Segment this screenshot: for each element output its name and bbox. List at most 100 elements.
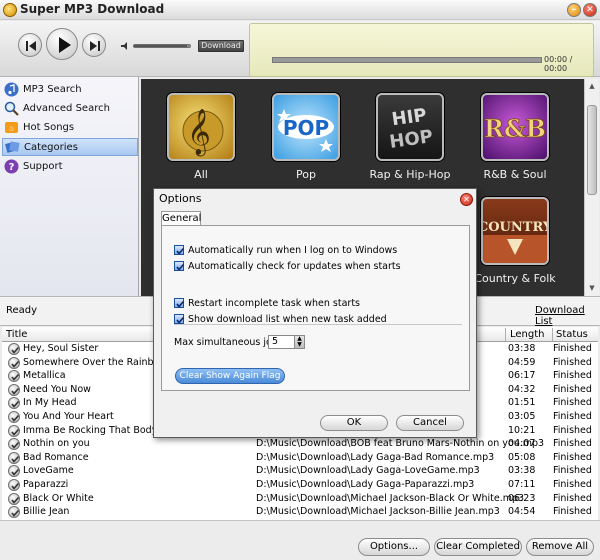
- row-length: 06:17: [508, 370, 536, 382]
- next-track-button[interactable]: [82, 33, 106, 57]
- row-length: 04:54: [508, 506, 536, 518]
- row-status: Finished: [553, 479, 592, 490]
- row-status: Finished: [553, 438, 592, 450]
- table-row[interactable]: Paparazzi D:\Music\Download\Lady Gaga-Pap…: [2, 478, 598, 492]
- row-status: Finished: [553, 343, 592, 354]
- row-title: Metallica: [23, 370, 66, 382]
- stepper-arrows-icon[interactable]: ▲ ▼: [294, 336, 304, 348]
- row-title: Need You Now: [23, 383, 91, 395]
- row-path: D:\Music\Download\Lady Gaga-Paparazzi.mp…: [256, 479, 475, 490]
- row-length: 06:23: [508, 492, 536, 504]
- row-title: Hey, Soul Sister: [23, 343, 99, 354]
- sidebar-item-advanced-search[interactable]: Advanced Search: [2, 100, 138, 118]
- music-note-icon: [4, 82, 19, 97]
- clear-completed-button[interactable]: Clear Completed: [434, 538, 522, 556]
- row-length: 03:38: [508, 343, 536, 354]
- row-title: Paparazzi: [23, 479, 69, 490]
- svg-text:COUNTRY: COUNTRY: [483, 220, 547, 235]
- treble-clef-globe-icon: 𝄞: [167, 93, 235, 161]
- svg-text:HOP: HOP: [388, 126, 434, 153]
- category-pop[interactable]: POP Pop: [261, 93, 351, 181]
- download-button[interactable]: Download: [198, 40, 244, 52]
- row-length: 04:07: [508, 438, 536, 450]
- svg-text:♨: ♨: [8, 125, 14, 133]
- download-list-link[interactable]: Download List: [535, 305, 600, 327]
- row-status: Finished: [553, 424, 592, 436]
- next-icon: [90, 41, 100, 51]
- sidebar-item-support[interactable]: ? Support: [2, 158, 138, 176]
- remove-all-button[interactable]: Remove All: [526, 538, 594, 556]
- row-path: D:\Music\Download\Michael Jackson-Billie…: [256, 506, 500, 518]
- completed-check-icon: [8, 465, 20, 478]
- volume-slider[interactable]: [133, 44, 191, 48]
- previous-icon: [26, 41, 36, 51]
- row-length: 04:59: [508, 356, 536, 368]
- checkbox-checked-icon: [174, 261, 185, 271]
- column-divider[interactable]: [505, 328, 506, 341]
- scroll-up-icon[interactable]: ▲: [588, 82, 596, 90]
- sidebar-item-categories[interactable]: Categories: [2, 138, 138, 156]
- completed-check-icon: [8, 383, 20, 396]
- table-row[interactable]: Billie Jean D:\Music\Download\Michael Jac…: [2, 505, 598, 519]
- checkbox-label: Show download list when new task added: [188, 314, 387, 325]
- footer-bar: Options... Clear Completed Remove All: [0, 520, 600, 560]
- max-jobs-stepper[interactable]: 5 ▲ ▼: [268, 335, 305, 349]
- row-title: In My Head: [23, 397, 77, 409]
- completed-check-icon: [8, 451, 20, 464]
- row-title: Billie Jean: [23, 506, 70, 518]
- row-title: LoveGame: [23, 465, 74, 477]
- completed-check-icon: [8, 506, 20, 519]
- sidebar-item-label: MP3 Search: [23, 84, 82, 95]
- category-rnb-soul[interactable]: R&B R&B & Soul: [470, 93, 560, 181]
- scroll-down-icon[interactable]: ▼: [588, 284, 596, 292]
- table-row[interactable]: Bad Romance D:\Music\Download\Lady Gaga-B…: [2, 451, 598, 465]
- category-all[interactable]: 𝄞 All: [156, 93, 246, 181]
- checkbox-checked-icon: [174, 245, 185, 255]
- close-icon[interactable]: ✕: [583, 3, 597, 17]
- app-logo-icon: [3, 3, 17, 17]
- column-status-header[interactable]: Status: [556, 329, 588, 340]
- column-title-header[interactable]: Title: [6, 329, 27, 340]
- table-row[interactable]: LoveGame D:\Music\Download\Lady Gaga-Love…: [2, 464, 598, 478]
- sidebar-item-hot-songs[interactable]: ♨ Hot Songs: [2, 119, 138, 137]
- options-button[interactable]: Options...: [358, 538, 430, 556]
- row-status: Finished: [553, 411, 592, 422]
- cancel-button[interactable]: Cancel: [396, 415, 464, 431]
- completed-check-icon: [8, 438, 20, 451]
- completed-check-icon: [8, 343, 20, 355]
- row-status: Finished: [553, 383, 592, 395]
- sidebar: MP3 Search Advanced Search ♨ Hot Songs C…: [0, 77, 139, 296]
- row-length: 10:21: [508, 424, 536, 436]
- seek-bar[interactable]: [272, 57, 542, 63]
- previous-track-button[interactable]: [18, 33, 42, 57]
- category-label: Rap & Hip-Hop: [369, 168, 451, 181]
- country-icon: COUNTRY: [481, 197, 549, 265]
- column-length-header[interactable]: Length: [510, 329, 545, 340]
- scrollbar-thumb[interactable]: [587, 105, 597, 195]
- category-rap-hip-hop[interactable]: HIP HOP Rap & Hip-Hop: [365, 93, 455, 181]
- general-tab-panel: Automatically run when I log on to Windo…: [161, 225, 470, 391]
- clear-show-again-flag-button[interactable]: Clear Show Again Flag: [175, 368, 285, 384]
- category-label: Pop: [296, 168, 316, 181]
- row-length: 05:08: [508, 451, 536, 463]
- row-status: Finished: [553, 370, 592, 382]
- max-jobs-label: Max simultaneous jobs: [174, 337, 283, 348]
- category-country-folk[interactable]: COUNTRY Country & Folk: [470, 197, 560, 285]
- sidebar-item-label: Hot Songs: [23, 122, 75, 133]
- now-playing-panel: 00:00 / 00:00: [249, 23, 594, 77]
- ok-button[interactable]: OK: [320, 415, 388, 431]
- row-length: 04:32: [508, 383, 536, 395]
- row-status: Finished: [553, 397, 592, 409]
- pop-stars-icon: POP: [272, 93, 340, 161]
- row-status: Finished: [553, 506, 592, 518]
- table-row[interactable]: Nothin on you D:\Music\Download\BOB feat …: [2, 437, 598, 451]
- column-divider[interactable]: [552, 328, 553, 341]
- table-row[interactable]: Black Or White D:\Music\Download\Michael …: [2, 492, 598, 506]
- tab-general[interactable]: General: [161, 211, 201, 226]
- dialog-close-icon[interactable]: ✕: [460, 193, 473, 206]
- category-scrollbar[interactable]: ▲ ▼: [584, 79, 599, 296]
- sidebar-item-mp3-search[interactable]: MP3 Search: [2, 81, 138, 99]
- minimize-icon[interactable]: –: [567, 3, 581, 17]
- play-button[interactable]: [46, 28, 78, 60]
- sidebar-item-label: Advanced Search: [23, 103, 110, 114]
